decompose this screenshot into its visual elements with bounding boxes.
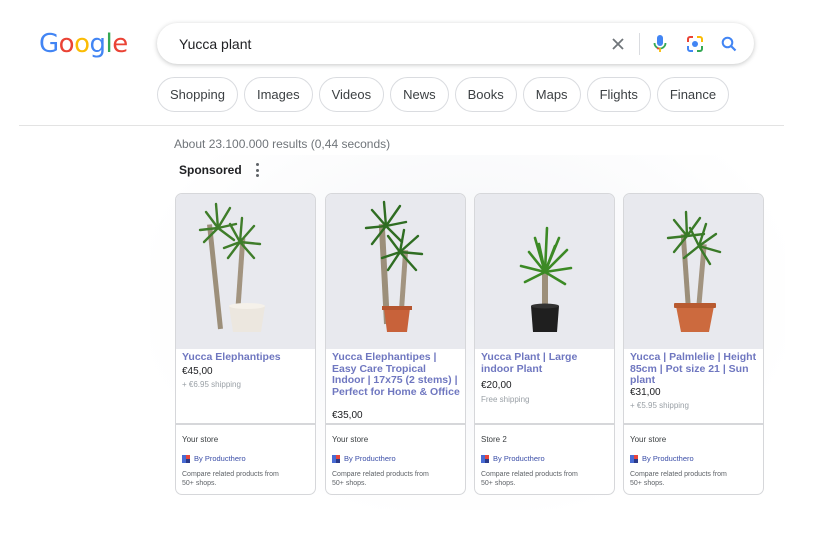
search-input[interactable] (179, 34, 599, 54)
search-divider (639, 33, 640, 55)
product-card[interactable]: Yucca Elephantipes €45,00 + €6.95 shippi… (175, 193, 316, 495)
producthero-attribution[interactable]: By Producthero (182, 454, 246, 463)
product-price: €45,00 (182, 366, 213, 377)
product-title[interactable]: Yucca | Palmlelie | Height 85cm | Pot si… (630, 351, 758, 387)
chip-books[interactable]: Books (454, 77, 517, 112)
product-card[interactable]: Yucca Plant | Large indoor Plant €20,00 … (474, 193, 615, 495)
compare-text: Compare related products from 50+ shops. (182, 471, 279, 487)
chip-images[interactable]: Images (243, 77, 313, 112)
product-title[interactable]: Yucca Elephantipes (182, 351, 310, 364)
product-price: €31,00 (630, 387, 661, 398)
product-image[interactable] (624, 194, 763, 349)
search-box[interactable] (157, 23, 754, 64)
chip-maps[interactable]: Maps (522, 77, 581, 112)
producthero-icon (332, 454, 340, 463)
compare-text: Compare related products from 50+ shops. (332, 471, 429, 487)
card-divider (176, 423, 315, 425)
product-card[interactable]: Yucca Elephantipes | Easy Care Tropical … (325, 193, 466, 495)
producthero-attribution[interactable]: By Producthero (630, 454, 694, 463)
logo-letter: G (39, 29, 59, 59)
logo-letter: o (58, 29, 75, 59)
header-divider (19, 125, 784, 126)
store-name[interactable]: Your store (630, 435, 666, 444)
producthero-label: By Producthero (194, 454, 246, 463)
producthero-icon (630, 454, 638, 463)
producthero-label: By Producthero (493, 454, 545, 463)
producthero-label: By Producthero (642, 454, 694, 463)
compare-text: Compare related products from 50+ shops. (481, 471, 578, 487)
product-shipping: + €5.95 shipping (630, 401, 689, 410)
chip-shopping[interactable]: Shopping (157, 77, 238, 112)
product-image[interactable] (326, 194, 465, 349)
chip-videos[interactable]: Videos (318, 77, 385, 112)
card-divider (326, 423, 465, 425)
producthero-label: By Producthero (344, 454, 396, 463)
logo-letter: e (112, 29, 128, 59)
producthero-icon (182, 454, 190, 463)
product-card[interactable]: Yucca | Palmlelie | Height 85cm | Pot si… (623, 193, 764, 495)
more-options-icon[interactable] (254, 163, 260, 177)
product-image[interactable] (475, 194, 614, 349)
store-name[interactable]: Your store (182, 435, 218, 444)
search-filter-chips: Shopping Images Videos News Books Maps F… (157, 77, 730, 113)
google-logo[interactable]: Google (39, 29, 128, 59)
card-divider (475, 423, 614, 425)
store-name[interactable]: Your store (332, 435, 368, 444)
store-name[interactable]: Store 2 (481, 435, 507, 444)
product-title[interactable]: Yucca Elephantipes | Easy Care Tropical … (332, 351, 460, 398)
producthero-icon (481, 454, 489, 463)
card-divider (624, 423, 763, 425)
product-price: €20,00 (481, 380, 512, 391)
chip-news[interactable]: News (390, 77, 449, 112)
product-shipping: Free shipping (481, 395, 530, 404)
compare-text: Compare related products from 50+ shops. (630, 471, 727, 487)
logo-letter: g (89, 29, 107, 59)
close-icon[interactable] (607, 33, 629, 55)
producthero-attribution[interactable]: By Producthero (481, 454, 545, 463)
lens-icon[interactable] (684, 33, 706, 55)
product-title[interactable]: Yucca Plant | Large indoor Plant (481, 351, 609, 375)
product-image[interactable] (176, 194, 315, 349)
producthero-attribution[interactable]: By Producthero (332, 454, 396, 463)
sponsored-label: Sponsored (179, 163, 242, 177)
product-price: €35,00 (332, 410, 363, 421)
result-stats: About 23.100.000 results (0,44 seconds) (174, 137, 391, 151)
chip-flights[interactable]: Flights (586, 77, 651, 112)
mic-icon[interactable] (649, 33, 671, 55)
chip-finance[interactable]: Finance (656, 77, 730, 112)
product-shipping: + €6.95 shipping (182, 380, 241, 389)
search-icon[interactable] (718, 33, 740, 55)
logo-letter: o (74, 29, 90, 59)
